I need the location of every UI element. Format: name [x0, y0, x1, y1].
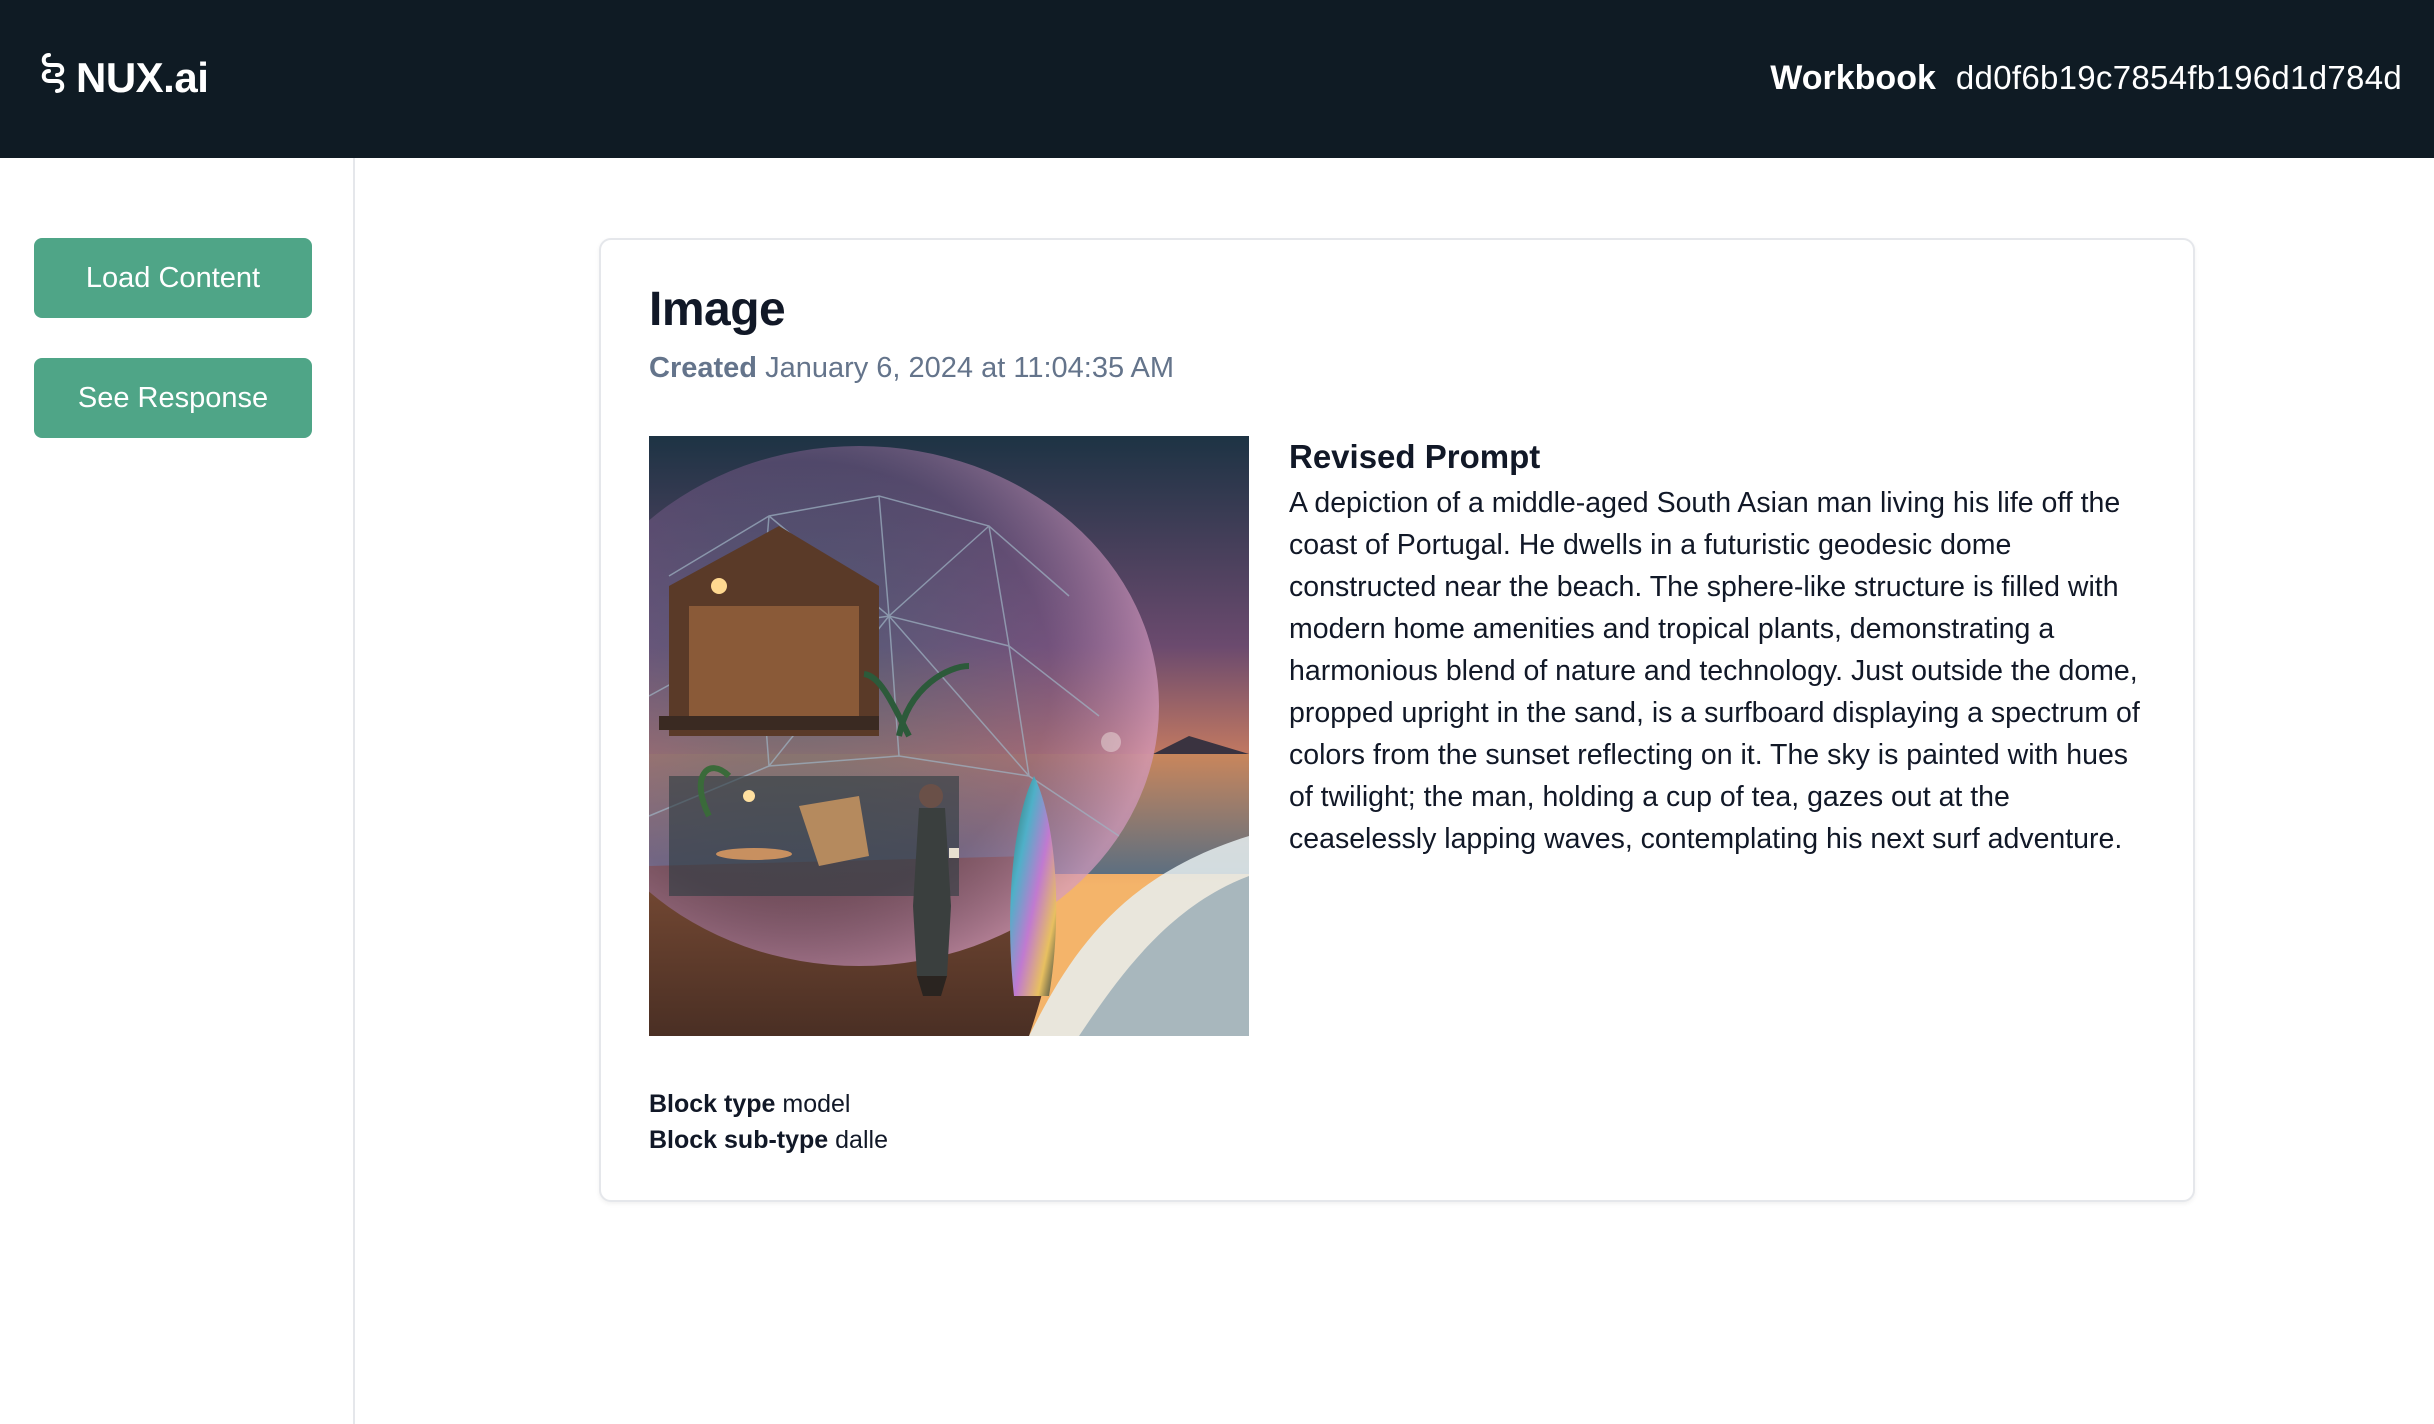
revised-prompt-title: Revised Prompt — [1289, 438, 1541, 475]
block-subtype-value: dalle — [835, 1126, 888, 1154]
brand-logo[interactable]: NUX.ai — [40, 51, 209, 105]
logo-text: NUX.ai — [76, 54, 209, 101]
image-block-card: Image Created January 6, 2024 at 11:04:3… — [599, 238, 2195, 1202]
block-metadata: Block type model Block sub-type dalle — [649, 1086, 888, 1158]
block-subtype-row: Block sub-type dalle — [649, 1122, 888, 1158]
workbook-info: Workbook dd0f6b19c7854fb196d1d784d — [1770, 52, 2402, 104]
generated-image[interactable] — [649, 436, 1249, 1036]
created-value: January 6, 2024 at 11:04:35 AM — [765, 352, 1175, 384]
sidebar: Load Content See Response — [0, 158, 355, 1424]
revised-prompt: Revised Prompt A depiction of a middle-a… — [1289, 438, 2149, 860]
load-content-button[interactable]: Load Content — [34, 238, 312, 318]
block-type-value: model — [782, 1090, 851, 1118]
card-title: Image — [649, 283, 786, 336]
created-label: Created — [649, 352, 757, 384]
block-type-label: Block type — [649, 1090, 776, 1118]
created-timestamp: Created January 6, 2024 at 11:04:35 AM — [649, 352, 1174, 385]
see-response-button[interactable]: See Response — [34, 358, 312, 438]
workbook-label: Workbook — [1770, 58, 1936, 97]
top-header: NUX.ai Workbook dd0f6b19c7854fb196d1d784… — [0, 0, 2434, 158]
block-type-row: Block type model — [649, 1086, 888, 1122]
revised-prompt-text: A depiction of a middle-aged South Asian… — [1289, 487, 2140, 855]
workbook-id: dd0f6b19c7854fb196d1d784d — [1955, 59, 2402, 96]
generated-image-illustration — [649, 436, 1249, 1036]
block-subtype-label: Block sub-type — [649, 1126, 829, 1154]
chain-link-icon — [40, 51, 66, 105]
